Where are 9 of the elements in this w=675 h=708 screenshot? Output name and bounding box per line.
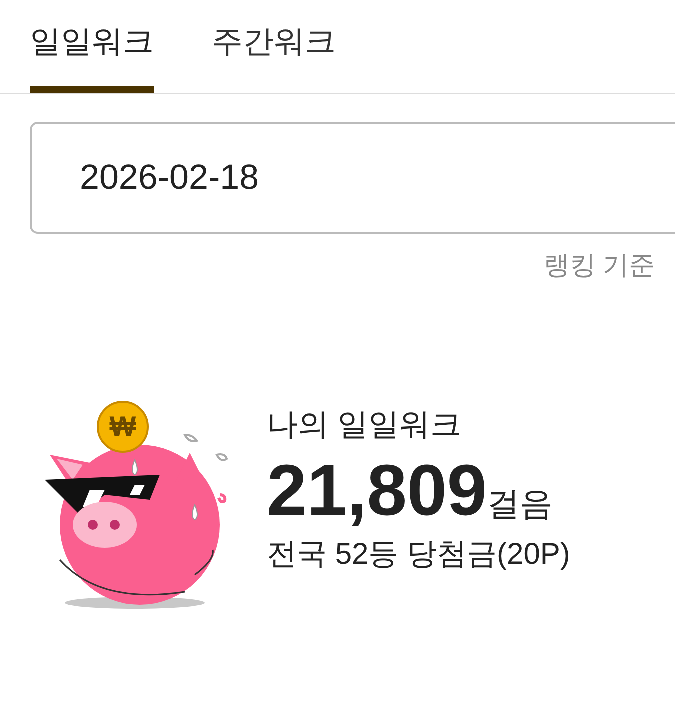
summary-title: 나의 일일워크 [267,406,463,444]
step-count: 21,809 [267,451,488,531]
date-field[interactable]: 2026-02-18 [30,122,675,234]
won-coin: ₩ [97,401,149,453]
rank-text: 전국 52등 당첨금(20P) [267,537,570,573]
step-unit: 걸음 [487,484,554,524]
tab[interactable]: 주간워크 [212,22,336,93]
tab[interactable]: 일일워크 [30,22,154,93]
ranking-note: 랭킹 기준 [544,249,655,282]
